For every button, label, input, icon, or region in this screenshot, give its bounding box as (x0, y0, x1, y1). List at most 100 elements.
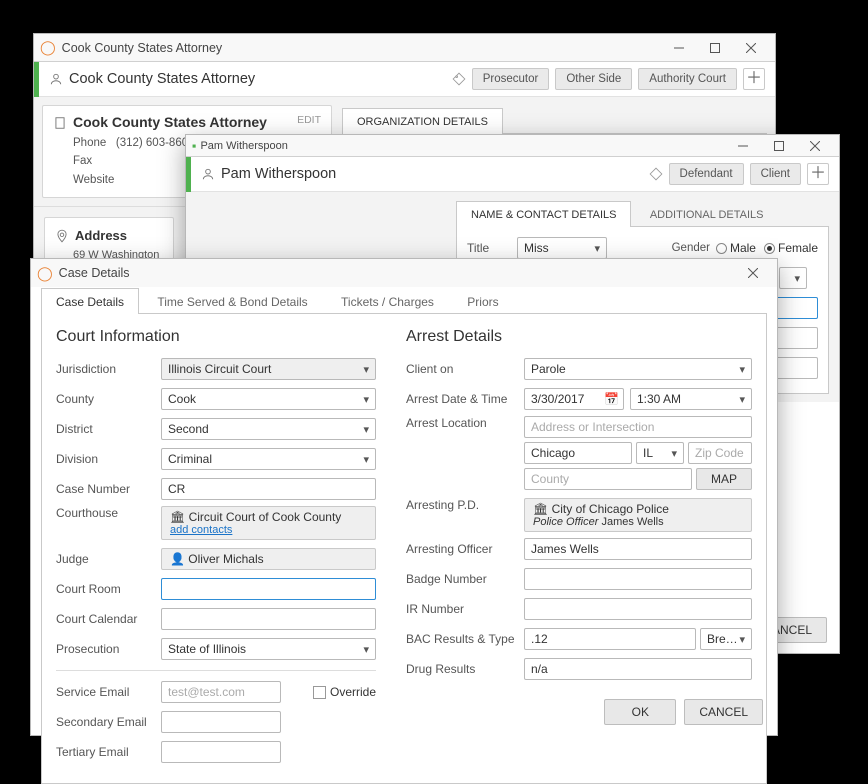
chip-other-side[interactable]: Other Side (555, 68, 632, 90)
court-calendar-label: Court Calendar (56, 612, 161, 626)
judge-value[interactable]: 👤 Oliver Michals (161, 548, 376, 570)
client-on-label: Client on (406, 362, 524, 376)
district-label: District (56, 422, 161, 436)
case-number-label: Case Number (56, 482, 161, 496)
court-room-label: Court Room (56, 582, 161, 596)
arrest-address-input[interactable]: Address or Intersection (524, 416, 752, 438)
badge-input[interactable] (524, 568, 752, 590)
arrest-location-label: Arrest Location (406, 416, 524, 430)
bac-label: BAC Results & Type (406, 632, 524, 646)
court-info-heading: Court Information (56, 328, 376, 346)
arrest-city-input[interactable]: Chicago (524, 442, 632, 464)
court-calendar-input[interactable] (161, 608, 376, 630)
cancel-button[interactable]: CANCEL (684, 699, 763, 725)
tab-case-details[interactable]: Case Details (41, 288, 139, 314)
person-icon (49, 72, 63, 86)
add-contacts-link[interactable]: add contacts (170, 524, 367, 536)
court-room-input[interactable] (161, 578, 376, 600)
org-icon (53, 116, 67, 130)
arresting-officer-input[interactable]: James Wells (524, 538, 752, 560)
app-icon: ◯ (37, 265, 53, 282)
county-select[interactable]: Cook (161, 388, 376, 410)
maximize-button[interactable] (697, 37, 733, 59)
tab-name-contact[interactable]: NAME & CONTACT DETAILS (456, 201, 631, 227)
arrest-details-heading: Arrest Details (406, 328, 752, 346)
ir-input[interactable] (524, 598, 752, 620)
bac-input[interactable]: .12 (524, 628, 696, 650)
close-button[interactable] (733, 37, 769, 59)
chip-prosecutor[interactable]: Prosecutor (472, 68, 550, 90)
arrest-time-select[interactable]: 1:30 AM (630, 388, 752, 410)
chip-defendant[interactable]: Defendant (669, 163, 744, 185)
chip-authority-court[interactable]: Authority Court (638, 68, 737, 90)
person-icon (201, 167, 215, 181)
secondary-email-label: Secondary Email (56, 715, 161, 729)
badge-label: Badge Number (406, 572, 524, 586)
courthouse-label: Courthouse (56, 506, 161, 520)
window-case-details: ◯ Case Details Case Details Time Served … (30, 258, 778, 736)
map-button[interactable]: MAP (696, 468, 752, 490)
prosecution-select[interactable]: State of Illinois (161, 638, 376, 660)
tertiary-email-input[interactable] (161, 741, 281, 763)
window-title: Cook County States Attorney (62, 41, 223, 55)
gender-female-radio[interactable]: Female (764, 241, 818, 255)
tab-additional[interactable]: ADDITIONAL DETAILS (635, 201, 779, 227)
secondary-email-input[interactable] (161, 711, 281, 733)
suffix-select[interactable] (779, 267, 807, 289)
titlebar-org: ◯ Cook County States Attorney (34, 34, 775, 62)
edit-button[interactable]: EDIT (297, 114, 321, 126)
person-subtitle: Pam Witherspoon (221, 166, 336, 182)
address-heading: Address (75, 228, 127, 243)
district-select[interactable]: Second (161, 418, 376, 440)
bac-type-select[interactable]: Bre… (700, 628, 752, 650)
minimize-button[interactable] (661, 37, 697, 59)
close-button[interactable] (735, 262, 771, 284)
chip-client[interactable]: Client (750, 163, 801, 185)
add-chip-button[interactable]: ＋ (807, 163, 829, 185)
minimize-button[interactable] (725, 135, 761, 157)
jurisdiction-label: Jurisdiction (56, 362, 161, 376)
arrest-zip-input[interactable]: Zip Code (688, 442, 752, 464)
tag-icon (452, 72, 466, 86)
tab-org-details[interactable]: ORGANIZATION DETAILS (342, 108, 503, 134)
tag-icon (649, 167, 663, 181)
drug-input[interactable]: n/a (524, 658, 752, 680)
prosecution-label: Prosecution (56, 642, 161, 656)
phone-value: (312) 603-860 (116, 137, 188, 149)
app-icon: ◯ (40, 39, 56, 56)
override-label: Override (330, 685, 376, 699)
location-icon (55, 229, 69, 243)
arrest-county-input[interactable]: County (524, 468, 692, 490)
officer-role: Police Officer (533, 516, 598, 528)
window-title: Case Details (59, 266, 130, 280)
case-number-input[interactable]: CR (161, 478, 376, 500)
org-name: Cook County States Attorney (73, 114, 297, 130)
tab-priors[interactable]: Priors (452, 288, 513, 314)
title-label: Title (467, 241, 517, 255)
org-subtitle: Cook County States Attorney (69, 71, 255, 87)
client-on-select[interactable]: Parole (524, 358, 752, 380)
calendar-icon[interactable]: 📅 (604, 392, 619, 406)
drug-label: Drug Results (406, 662, 524, 676)
ok-button[interactable]: OK (604, 699, 676, 725)
court-information-section: Court Information Jurisdiction Illinois … (56, 324, 376, 769)
titlebar-case: ◯ Case Details (31, 259, 777, 287)
tab-tickets[interactable]: Tickets / Charges (326, 288, 449, 314)
arrest-state-select[interactable]: IL (636, 442, 684, 464)
county-label: County (56, 392, 161, 406)
officer-inline: James Wells (601, 516, 663, 528)
title-select[interactable]: Miss (517, 237, 607, 259)
tab-time-served[interactable]: Time Served & Bond Details (142, 288, 322, 314)
service-email-input[interactable]: test@test.com (161, 681, 281, 703)
ir-label: IR Number (406, 602, 524, 616)
jurisdiction-select[interactable]: Illinois Circuit Court (161, 358, 376, 380)
phone-label: Phone (73, 137, 106, 149)
close-button[interactable] (797, 135, 833, 157)
add-chip-button[interactable]: ＋ (743, 68, 765, 90)
arrest-date-input[interactable]: 3/30/2017 📅 (524, 388, 624, 410)
division-select[interactable]: Criminal (161, 448, 376, 470)
maximize-button[interactable] (761, 135, 797, 157)
gender-male-radio[interactable]: Male (716, 241, 756, 255)
arrest-datetime-label: Arrest Date & Time (406, 392, 524, 406)
override-checkbox[interactable] (313, 686, 326, 699)
